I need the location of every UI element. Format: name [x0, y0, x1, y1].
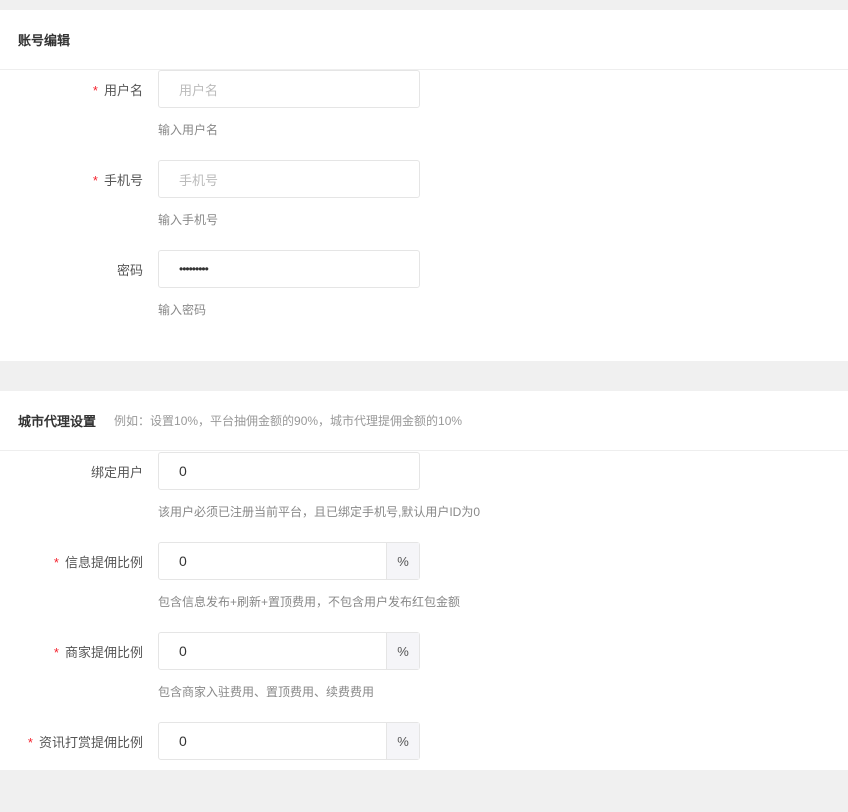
input-value: 0	[179, 553, 187, 569]
help-text: 包含信息发布+刷新+置顶费用，不包含用户发布红包金额	[158, 595, 461, 609]
required-mark: *	[92, 173, 98, 188]
help-text: 输入用户名	[158, 123, 219, 137]
form-row-password: 密码 ••••••••• 输入密码	[0, 250, 848, 340]
merchant-ratio-input[interactable]: 0%	[158, 632, 420, 670]
password-input[interactable]: •••••••••	[158, 250, 420, 288]
help-text: 该用户必须已注册当前平台，且已绑定手机号,默认用户ID为0	[158, 505, 481, 519]
input-value: 0	[179, 733, 187, 749]
section-title: 账号编辑	[18, 33, 71, 48]
card-header: 账号编辑	[0, 10, 848, 70]
form-row-bind-user: 绑定用户 0 该用户必须已注册当前平台，且已绑定手机号,默认用户ID为0	[0, 452, 848, 542]
username-input[interactable]: 用户名	[158, 70, 420, 108]
section-title: 城市代理设置	[18, 414, 97, 429]
percent-suffix: %	[386, 723, 419, 759]
news-reward-ratio-input[interactable]: 0%	[158, 722, 420, 760]
field-label: 密码	[116, 263, 143, 278]
field-label: 手机号	[103, 173, 143, 188]
help-text: 包含商家入驻费用、置顶费用、续费费用	[158, 685, 375, 699]
percent-suffix: %	[386, 543, 419, 579]
required-mark: *	[53, 645, 59, 660]
help-text: 输入手机号	[158, 213, 219, 227]
form-row-username: * 用户名 用户名 输入用户名	[0, 70, 848, 160]
form-row-phone: * 手机号 手机号 输入手机号	[0, 160, 848, 250]
account-edit-card: 账号编辑 * 用户名 用户名 输入用户名 * 手机号 手机号 输入手机号 密码 ••…	[0, 10, 848, 361]
form-row-info-ratio: * 信息提佣比例 0% 包含信息发布+刷新+置顶费用，不包含用户发布红包金额	[0, 542, 848, 632]
help-text: 输入密码	[158, 303, 207, 317]
bind-user-input[interactable]: 0	[158, 452, 420, 490]
form-row-news-reward-ratio: * 资讯打赏提佣比例 0%	[0, 722, 848, 812]
required-mark: *	[27, 735, 33, 750]
field-label: 信息提佣比例	[64, 555, 143, 570]
field-label: 绑定用户	[90, 465, 143, 480]
form-row-merchant-ratio: * 商家提佣比例 0% 包含商家入驻费用、置顶费用、续费费用	[0, 632, 848, 722]
required-mark: *	[92, 83, 98, 98]
percent-suffix: %	[386, 633, 419, 669]
phone-input[interactable]: 手机号	[158, 160, 420, 198]
required-mark: *	[53, 555, 59, 570]
field-label: 商家提佣比例	[64, 645, 143, 660]
field-label: 资讯打赏提佣比例	[38, 735, 143, 750]
info-ratio-input[interactable]: 0%	[158, 542, 420, 580]
input-value: 0	[179, 643, 187, 659]
card-header: 城市代理设置 例如：设置10%，平台抽佣金额的90%，城市代理提佣金额的10%	[0, 391, 848, 451]
field-label: 用户名	[103, 83, 143, 98]
section-subtitle: 例如：设置10%，平台抽佣金额的90%，城市代理提佣金额的10%	[114, 414, 463, 428]
city-agent-card: 城市代理设置 例如：设置10%，平台抽佣金额的90%，城市代理提佣金额的10% 绑…	[0, 391, 848, 770]
